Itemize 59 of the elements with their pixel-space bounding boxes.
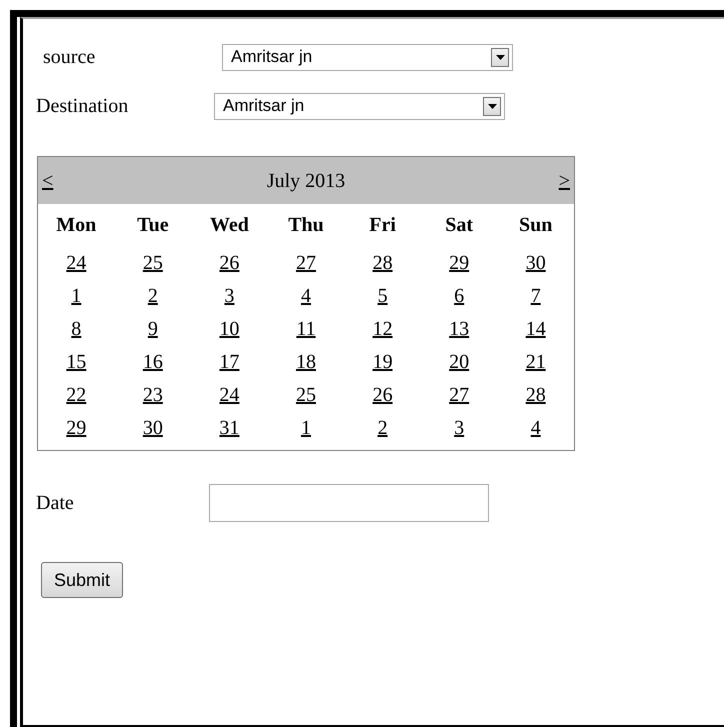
weekday-header: Sun [519, 213, 552, 238]
day-link[interactable]: 23 [142, 380, 163, 410]
day-link[interactable]: 18 [296, 346, 316, 376]
month-title: July 2013 [266, 168, 346, 194]
day-link[interactable]: 28 [372, 248, 393, 278]
weekday-header: Tue [137, 213, 169, 238]
day-link[interactable]: 26 [219, 248, 240, 278]
day-link[interactable]: 30 [526, 248, 546, 278]
date-label: Date [36, 491, 75, 516]
dropdown[interactable]: Amritsar jn [214, 92, 505, 120]
day-link[interactable]: 6 [454, 280, 464, 310]
day-link[interactable]: 29 [66, 412, 86, 442]
day-link[interactable]: 9 [148, 314, 158, 344]
day-link[interactable]: 20 [449, 346, 470, 376]
submit-button[interactable]: Submit [41, 562, 124, 598]
day-link[interactable]: 21 [526, 346, 546, 376]
day-link[interactable]: 14 [526, 314, 546, 344]
day-link[interactable]: 25 [296, 380, 316, 410]
day-link[interactable]: 2 [378, 412, 388, 442]
day-link[interactable]: 22 [66, 380, 86, 410]
dropdown[interactable]: Amritsar jn [222, 44, 513, 70]
day-link[interactable]: 11 [296, 314, 316, 344]
day-link[interactable]: 13 [449, 314, 470, 344]
day-link[interactable]: 1 [300, 412, 311, 442]
day-link[interactable]: 10 [219, 314, 240, 344]
day-link[interactable]: 3 [224, 280, 234, 310]
day-link[interactable]: 31 [219, 412, 240, 442]
day-link[interactable]: 7 [530, 280, 541, 310]
day-link[interactable]: 16 [142, 346, 163, 376]
weekday-header: Sat [445, 213, 474, 238]
day-link[interactable]: 2 [148, 280, 158, 310]
day-link[interactable]: 29 [449, 248, 470, 278]
day-link[interactable]: 4 [530, 412, 541, 442]
day-link[interactable]: 1 [71, 280, 82, 310]
day-link[interactable]: 27 [449, 380, 470, 410]
day-link[interactable]: 27 [296, 248, 316, 278]
date-input[interactable] [209, 484, 489, 522]
day-link[interactable]: 5 [378, 280, 388, 310]
day-link[interactable]: 24 [66, 248, 86, 278]
day-link[interactable]: 26 [372, 380, 393, 410]
day-link[interactable]: 3 [454, 412, 464, 442]
weekday-header: Thu [288, 213, 324, 238]
weekday-header: Wed [210, 213, 249, 238]
weekday-header: Fri [369, 213, 396, 238]
day-link[interactable]: 28 [526, 380, 546, 410]
day-link[interactable]: 4 [300, 280, 311, 310]
day-link[interactable]: 30 [142, 412, 163, 442]
weekday-header: Mon [56, 213, 96, 238]
next-month-link[interactable]: > [558, 166, 570, 196]
previous-month-link[interactable]: < [42, 166, 54, 196]
day-link[interactable]: 15 [66, 346, 86, 376]
source-label: source [43, 45, 96, 70]
day-link[interactable]: 17 [219, 346, 240, 376]
day-link[interactable]: 19 [372, 346, 393, 376]
day-link[interactable]: 8 [71, 314, 82, 344]
day-link[interactable]: 25 [142, 248, 163, 278]
day-link[interactable]: 12 [372, 314, 393, 344]
destination-label: Destination [36, 94, 130, 119]
day-link[interactable]: 24 [219, 380, 240, 410]
